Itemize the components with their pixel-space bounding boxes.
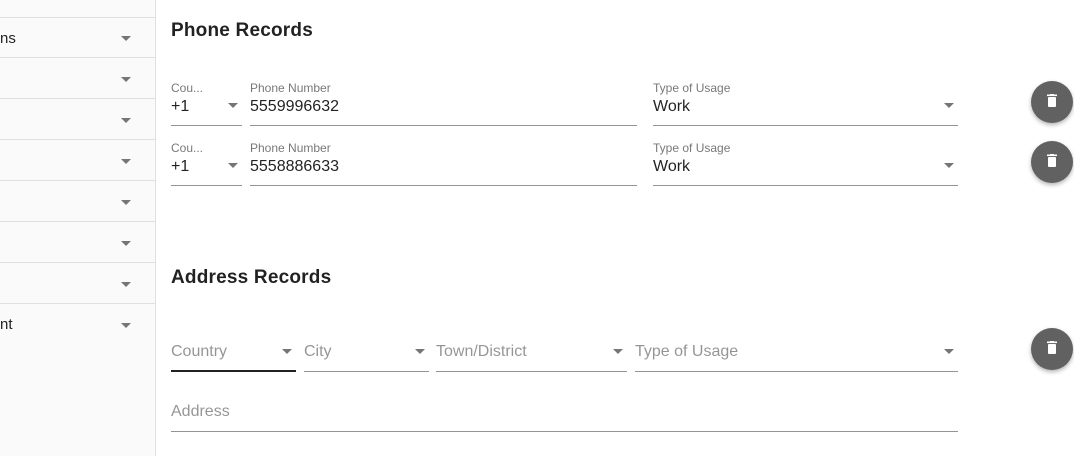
sidebar-item[interactable]	[0, 264, 155, 304]
trash-icon	[1047, 341, 1057, 354]
main-content: Phone Records Cou... +1 Phone Number 555…	[156, 0, 1074, 456]
arrow-drop-down-icon	[415, 349, 425, 354]
address-usage-select[interactable]: Type of Usage	[635, 327, 958, 372]
sidebar-item[interactable]	[0, 141, 155, 181]
delete-address-button[interactable]	[1031, 328, 1073, 370]
chevron-down-icon	[121, 118, 131, 123]
sidebar-item[interactable]	[0, 59, 155, 99]
address-city-placeholder: City	[304, 343, 332, 360]
phone-number-value: 5558886633	[250, 158, 339, 175]
arrow-drop-down-icon	[944, 103, 954, 108]
chevron-down-icon	[121, 200, 131, 205]
chevron-down-icon	[121, 323, 131, 328]
arrow-drop-down-icon	[613, 349, 623, 354]
phone-country-select[interactable]: Cou... +1	[171, 141, 242, 186]
address-district-placeholder: Town/District	[436, 343, 527, 360]
phone-country-value: +1	[171, 98, 190, 115]
phone-usage-label: Type of Usage	[653, 81, 731, 95]
address-district-select[interactable]: Town/District	[436, 327, 627, 372]
chevron-down-icon	[121, 159, 131, 164]
address-usage-placeholder: Type of Usage	[635, 343, 739, 360]
arrow-drop-down-icon	[228, 103, 238, 108]
sidebar-item-management[interactable]: nt	[0, 305, 155, 345]
sidebar-item-label: ns	[0, 30, 16, 47]
phone-number-label: Phone Number	[250, 141, 331, 155]
address-country-placeholder: Country	[171, 343, 228, 360]
phone-number-value: 5559996632	[250, 98, 339, 115]
trash-icon	[1047, 94, 1057, 107]
phone-country-label: Cou...	[171, 141, 204, 155]
address-city-select[interactable]: City	[304, 327, 429, 372]
arrow-drop-down-icon	[282, 349, 292, 354]
phone-usage-value: Work	[653, 158, 691, 175]
address-country-select[interactable]: Country	[171, 327, 296, 372]
phone-usage-select[interactable]: Type of Usage Work	[653, 141, 958, 186]
phone-usage-value: Work	[653, 98, 691, 115]
address-field[interactable]: Address	[171, 387, 958, 432]
phone-usage-select[interactable]: Type of Usage Work	[653, 81, 958, 126]
sidebar-item[interactable]	[0, 182, 155, 222]
trash-icon	[1047, 154, 1057, 167]
phone-records-title: Phone Records	[171, 20, 313, 41]
phone-usage-label: Type of Usage	[653, 141, 731, 155]
sidebar-item-label: nt	[0, 316, 13, 333]
delete-phone-button[interactable]	[1031, 141, 1073, 183]
arrow-drop-down-icon	[944, 349, 954, 354]
address-placeholder: Address	[171, 403, 230, 420]
sidebar-item[interactable]	[0, 100, 155, 140]
phone-country-value: +1	[171, 158, 190, 175]
phone-number-field[interactable]: Phone Number 5558886633	[250, 141, 637, 186]
phone-country-label: Cou...	[171, 81, 204, 95]
chevron-down-icon	[121, 36, 131, 41]
chevron-down-icon	[121, 241, 131, 246]
sidebar-item-options[interactable]: ns	[0, 18, 155, 58]
chevron-down-icon	[121, 282, 131, 287]
chevron-down-icon	[121, 77, 131, 82]
phone-number-field[interactable]: Phone Number 5559996632	[250, 81, 637, 126]
arrow-drop-down-icon	[944, 163, 954, 168]
sidebar-item[interactable]	[0, 223, 155, 263]
address-records-title: Address Records	[171, 267, 332, 288]
delete-phone-button[interactable]	[1031, 81, 1073, 123]
phone-number-label: Phone Number	[250, 81, 331, 95]
phone-country-select[interactable]: Cou... +1	[171, 81, 242, 126]
arrow-drop-down-icon	[228, 163, 238, 168]
sidebar: ns nt	[0, 0, 156, 456]
sidebar-item[interactable]	[0, 0, 155, 18]
